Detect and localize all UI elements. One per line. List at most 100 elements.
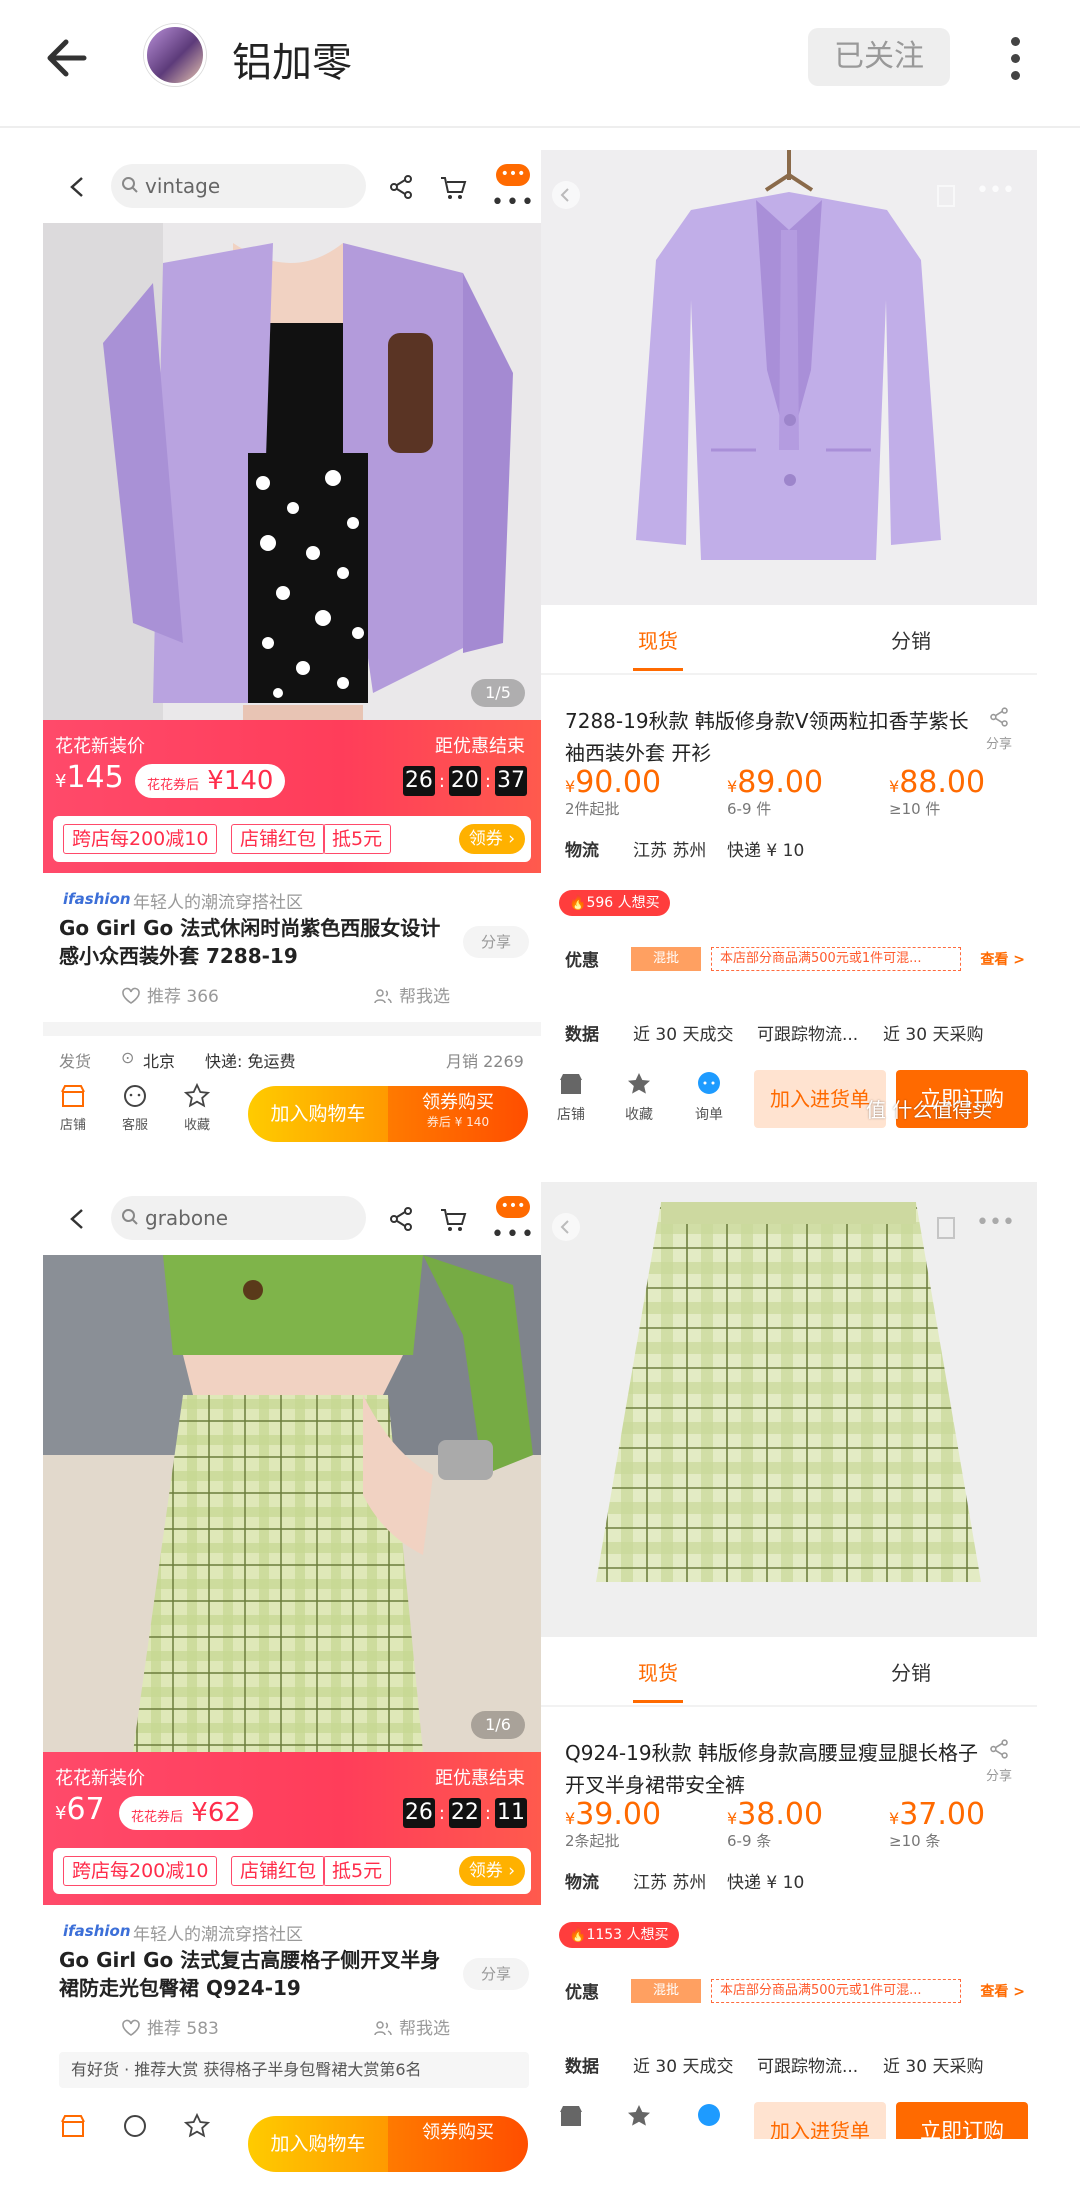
- tier-price: 37.00: [899, 1797, 986, 1832]
- ask-tab[interactable]: 询单: [679, 1070, 739, 1124]
- message-badge[interactable]: •••: [496, 164, 530, 186]
- view-link[interactable]: 查看 >: [980, 949, 1025, 969]
- recommend-count[interactable]: 推荐 366: [121, 982, 219, 1007]
- back-icon[interactable]: [63, 1204, 93, 1234]
- coupon-buy-button[interactable]: 领券购买 券后 ¥ 140: [388, 1086, 528, 1142]
- promo-tag-deduct: 抵5元: [323, 824, 392, 854]
- product-title[interactable]: Go Girl Go 法式休闲时尚紫色西服女设计感小众西装外套 7288-19: [59, 914, 449, 970]
- shop-tab[interactable]: [43, 2112, 103, 2144]
- shop-tab[interactable]: [541, 2102, 601, 2136]
- more-dots-icon[interactable]: •••: [976, 1210, 1015, 1235]
- ifashion-logo: ifashion: [63, 890, 131, 908]
- search-input[interactable]: grabone: [111, 1196, 366, 1240]
- tier-price: 89.00: [737, 765, 824, 800]
- share-button[interactable]: 分享: [463, 926, 529, 958]
- coupon-label: 花花券后: [131, 1810, 184, 1825]
- taobao-topbar: vintage ••• •••: [43, 150, 541, 223]
- view-link[interactable]: 查看 >: [980, 1981, 1025, 2001]
- add-to-purchase-list-button[interactable]: 加入进货单: [754, 2102, 886, 2139]
- add-to-cart-button[interactable]: 加入购物车: [248, 2116, 388, 2172]
- currency: ¥: [55, 771, 67, 792]
- collect-tab[interactable]: 收藏: [609, 1070, 669, 1124]
- ifashion-logo: ifashion: [63, 1922, 131, 1940]
- follow-button[interactable]: 已关注: [808, 28, 950, 86]
- service-tab[interactable]: 客服: [105, 1082, 165, 1133]
- back-icon[interactable]: [551, 1212, 581, 1242]
- back-icon[interactable]: [63, 172, 93, 202]
- promo-tag-cross-store: 跨店每200减10: [63, 1856, 218, 1886]
- shop-coupon[interactable]: 本店部分商品满500元或1件可混...: [711, 1979, 961, 2003]
- share-button[interactable]: 分享: [979, 1737, 1019, 1784]
- help-choose[interactable]: 帮我选: [373, 2014, 450, 2039]
- tab-distribution[interactable]: 分销: [851, 1657, 971, 1686]
- receive-coupon-button[interactable]: 领券 ›: [458, 824, 525, 854]
- help-choose[interactable]: 帮我选: [373, 982, 450, 1007]
- buy-label: 领券购买: [422, 1092, 494, 1113]
- back-icon[interactable]: [551, 180, 581, 210]
- collect-label: 收藏: [183, 1118, 210, 1133]
- tier-qty: ≥10 条: [889, 1832, 941, 1850]
- tab-distribution[interactable]: 分销: [851, 625, 971, 654]
- tabs-bar: 现货 分销: [541, 605, 1037, 675]
- tab-spot[interactable]: 现货: [598, 1657, 718, 1703]
- chat-icon: [698, 1072, 720, 1094]
- cart-icon[interactable]: [438, 172, 468, 202]
- shop-tab[interactable]: 店铺: [43, 1082, 103, 1133]
- share-icon[interactable]: [386, 172, 416, 202]
- blazer-illustration: [541, 150, 1037, 605]
- product-title[interactable]: Go Girl Go 法式复古高腰格子侧开叉半身裙防走光包臀裙 Q924-19: [59, 1946, 449, 2002]
- tier-price: 39.00: [575, 1797, 662, 1832]
- receive-coupon-button[interactable]: 领券 ›: [458, 1856, 525, 1886]
- service-icon: [124, 1085, 146, 1107]
- avatar[interactable]: [144, 24, 206, 86]
- more-dots-icon[interactable]: •••: [491, 1222, 536, 1247]
- share-icon: [990, 1739, 1008, 1759]
- ranking-bar[interactable]: 有好货 · 推荐大赏 获得格子半身包臀裙大赏第6名: [59, 2052, 529, 2088]
- back-arrow-icon[interactable]: [40, 28, 100, 88]
- share-icon[interactable]: [386, 1204, 416, 1234]
- clipboard-icon[interactable]: [931, 1212, 961, 1242]
- price-tier: ¥38.00 6-9 条: [727, 1797, 887, 1851]
- coupon-buy-button[interactable]: 领券购买: [388, 2116, 528, 2172]
- data-30d-deals: 近 30 天成交: [633, 2057, 734, 2077]
- promo-tags-bar: 跨店每200减10 店铺红包 抵5元 领券 ›: [53, 816, 531, 862]
- collect-tab[interactable]: 收藏: [167, 1082, 227, 1133]
- wholesale-panel: ••• 现货 分销 Q924-19秋款 韩版修身款高腰显瘦显腿长格子开叉半身裙带…: [541, 1182, 1037, 2139]
- price-tier: ¥39.00 2条起批: [565, 1797, 725, 1851]
- share-button[interactable]: 分享: [979, 705, 1019, 752]
- product-photo[interactable]: 1/5: [43, 223, 541, 720]
- share-button[interactable]: 分享: [463, 1958, 529, 1990]
- cart-icon[interactable]: [438, 1204, 468, 1234]
- star-icon: [628, 2105, 650, 2126]
- order-now-button[interactable]: 立即订购: [896, 2102, 1028, 2139]
- star-icon: [183, 1082, 211, 1108]
- message-badge[interactable]: •••: [496, 1196, 530, 1218]
- search-input[interactable]: vintage: [111, 164, 366, 208]
- product-photo-wholesale[interactable]: •••: [541, 150, 1037, 605]
- shop-tab[interactable]: 店铺: [541, 1070, 601, 1124]
- product-photo-wholesale[interactable]: •••: [541, 1182, 1037, 1637]
- more-dots-icon[interactable]: •••: [491, 190, 536, 215]
- collect-tab[interactable]: [609, 2102, 669, 2136]
- add-to-cart-button[interactable]: 加入购物车: [248, 1086, 388, 1142]
- fire-icon: 🔥: [569, 1927, 587, 1943]
- clipboard-icon[interactable]: [931, 180, 961, 210]
- taobao-bottom-bar: 加入购物车 领券购买: [43, 2102, 541, 2186]
- divider: [43, 1022, 541, 1036]
- more-icon[interactable]: [998, 34, 1032, 84]
- ask-tab[interactable]: [679, 2102, 739, 2136]
- data-tracking: 可跟踪物流...: [757, 2057, 859, 2077]
- collect-tab[interactable]: [167, 2112, 227, 2144]
- recommend-count[interactable]: 推荐 583: [121, 2014, 219, 2039]
- tier-price: 38.00: [737, 1797, 824, 1832]
- recommend-text: 推荐 583: [147, 2019, 219, 2039]
- brand-subtitle: 年轻人的潮流穿搭社区: [133, 1925, 303, 1945]
- more-dots-icon[interactable]: •••: [976, 178, 1015, 203]
- origin: 江苏 苏州: [633, 841, 707, 861]
- taobao-panel: vintage ••• ••• 1/5 花花新装价 ¥145 花花券后 ¥140…: [43, 150, 541, 1150]
- shop-coupon[interactable]: 本店部分商品满500元或1件可混...: [711, 947, 961, 971]
- help-text: 帮我选: [399, 2019, 450, 2039]
- service-tab[interactable]: [105, 2112, 165, 2144]
- product-photo[interactable]: 1/6: [43, 1255, 541, 1752]
- tab-spot[interactable]: 现货: [598, 625, 718, 671]
